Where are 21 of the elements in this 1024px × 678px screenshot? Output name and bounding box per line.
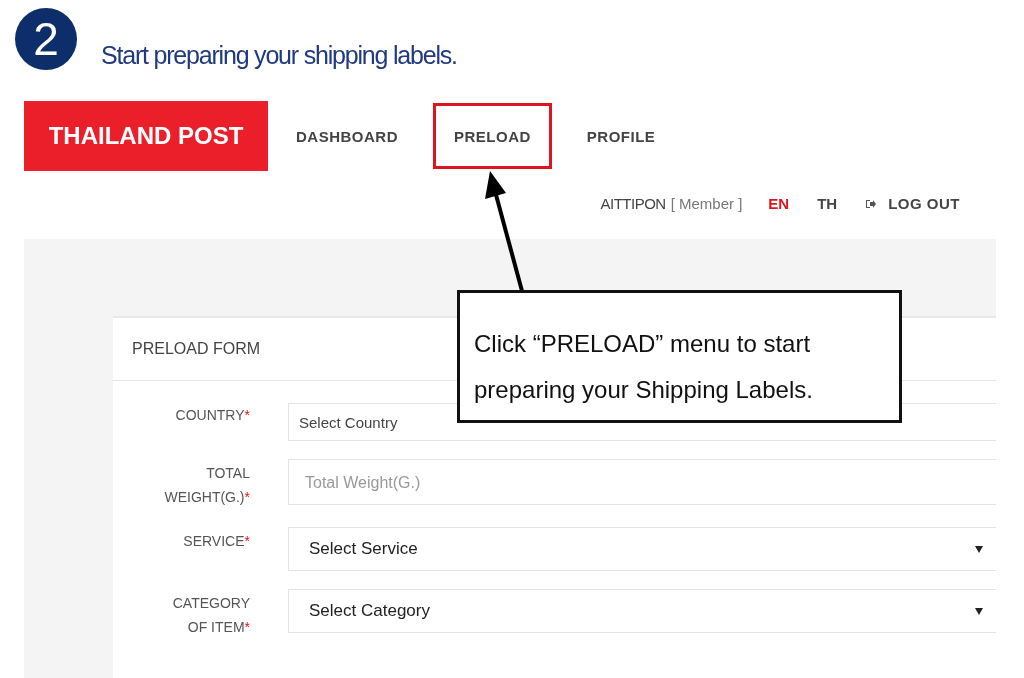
form-title: PRELOAD FORM bbox=[132, 340, 260, 358]
field-label: COUNTRY* bbox=[174, 406, 251, 425]
input-field[interactable]: Total Weight(G.) bbox=[288, 459, 996, 505]
logo[interactable]: THAILAND POST bbox=[24, 101, 268, 171]
language-link[interactable]: EN bbox=[768, 195, 790, 212]
user-role: [ Member ] bbox=[670, 195, 743, 212]
select-field[interactable]: Select Service bbox=[288, 527, 996, 571]
logout-link[interactable]: LOG OUT bbox=[888, 195, 960, 212]
step-title: Start preparing your shipping labels. bbox=[101, 41, 457, 70]
nav-link[interactable]: DASHBOARD bbox=[275, 103, 419, 169]
step-number: 2 bbox=[15, 8, 77, 70]
logout-icon bbox=[865, 198, 877, 209]
field-label: SERVICE* bbox=[182, 532, 251, 551]
language-link[interactable]: TH bbox=[817, 195, 838, 212]
select-field[interactable]: Select Category bbox=[288, 589, 996, 633]
field-label: CATEGORY OF ITEM* bbox=[171, 594, 251, 637]
nav-link[interactable]: PROFILE bbox=[565, 103, 677, 169]
field-label: TOTAL WEIGHT(G.)* bbox=[163, 464, 251, 507]
nav-link[interactable]: PRELOAD bbox=[433, 103, 552, 169]
user-name: AITTIPON bbox=[600, 195, 666, 212]
callout-box: Click “PRELOAD” menu to start preparing your Shipping Labels. bbox=[457, 290, 902, 423]
